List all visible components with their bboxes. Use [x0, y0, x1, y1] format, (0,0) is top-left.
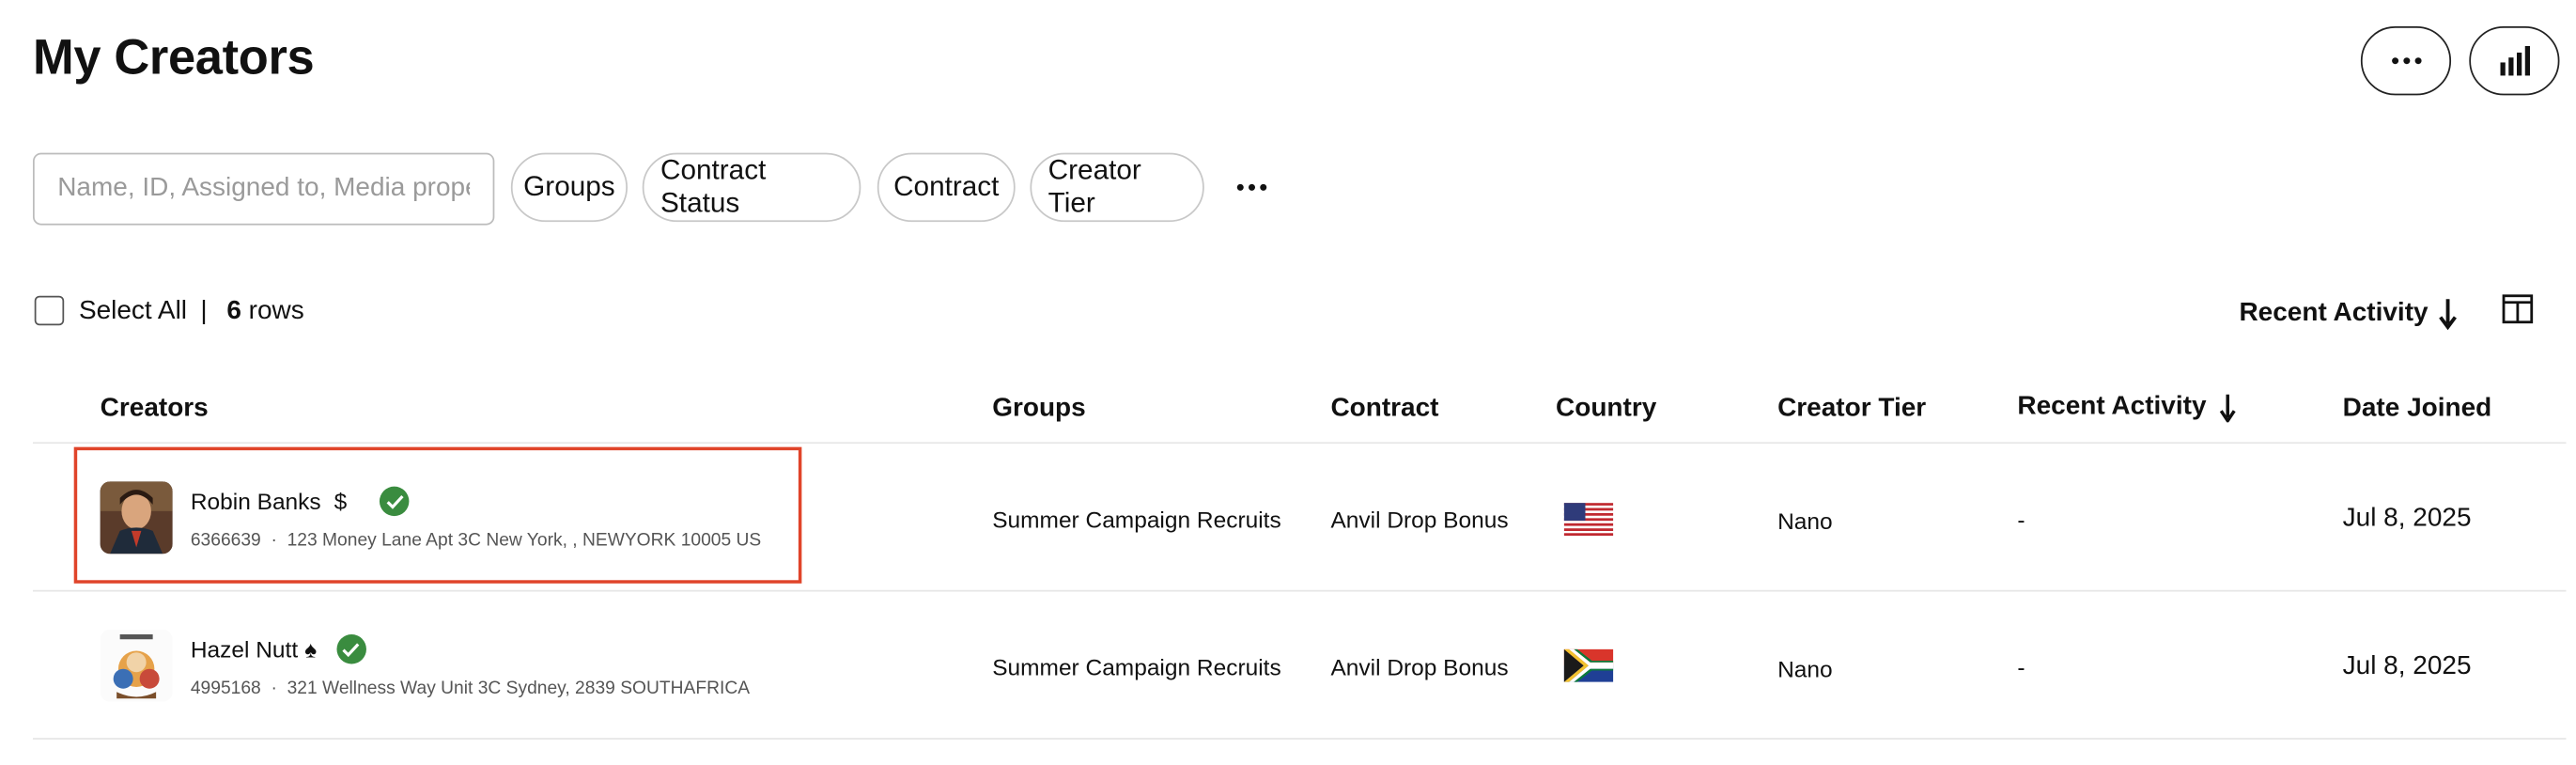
sort-descending-icon[interactable]: [2438, 298, 2458, 331]
select-all-checkbox[interactable]: [34, 295, 65, 326]
col-header-creator-tier[interactable]: Creator Tier: [1777, 395, 1926, 424]
col-header-date-joined[interactable]: Date Joined: [2343, 395, 2492, 424]
date-joined-cell: Jul 8, 2025: [2342, 504, 2472, 533]
creator-meta: 4995168 · 321 Wellness Way Unit 3C Sydne…: [190, 679, 751, 699]
za-flag-icon: [1563, 648, 1614, 682]
analytics-button[interactable]: [2469, 25, 2560, 96]
table-row[interactable]: Hazel Nutt ♠ 4995168 · 321 Wellness Way …: [0, 592, 2576, 740]
contract-cell: Anvil Drop Bonus: [1330, 653, 1509, 680]
date-joined-cell: Jul 8, 2025: [2342, 652, 2472, 680]
page-title: My Creators: [32, 31, 315, 86]
filter-creator-tier[interactable]: Creator Tier: [1030, 152, 1204, 223]
group-cell: Summer Campaign Recruits: [992, 506, 1281, 533]
select-all-label[interactable]: Select All: [79, 298, 187, 327]
tier-cell: Nano: [1777, 507, 1833, 535]
rows-count: 6 rows: [226, 297, 304, 326]
selection-highlight: [73, 446, 802, 584]
col-header-groups[interactable]: Groups: [992, 395, 1085, 424]
filter-contract-status[interactable]: Contract Status: [642, 152, 861, 223]
divider: [32, 738, 2567, 740]
group-cell: Summer Campaign Recruits: [992, 653, 1281, 680]
contract-cell: Anvil Drop Bonus: [1330, 506, 1509, 533]
bar-chart-icon: [2499, 45, 2530, 76]
tier-cell: Nano: [1777, 655, 1833, 682]
col-header-recent-activity[interactable]: Recent Activity: [2017, 393, 2236, 423]
filter-contract[interactable]: Contract: [877, 152, 1016, 223]
creator-name[interactable]: Hazel Nutt ♠: [191, 633, 366, 664]
filter-groups[interactable]: Groups: [510, 152, 628, 223]
more-icon: [2391, 57, 2421, 65]
sort-label[interactable]: Recent Activity: [2239, 299, 2428, 328]
columns-icon[interactable]: [2502, 294, 2534, 324]
us-flag-icon: [1563, 503, 1614, 537]
more-options-button[interactable]: [2360, 25, 2452, 96]
col-header-country[interactable]: Country: [1556, 395, 1656, 424]
avatar: [100, 629, 173, 702]
recent-activity-cell: -: [2017, 506, 2025, 533]
verified-icon: [336, 633, 366, 664]
sort-descending-icon: [2219, 394, 2236, 423]
col-header-creators[interactable]: Creators: [101, 395, 209, 424]
search-input[interactable]: [32, 152, 495, 226]
col-header-contract[interactable]: Contract: [1330, 395, 1438, 424]
more-filters-icon[interactable]: [1236, 183, 1267, 191]
recent-activity-cell: -: [2017, 653, 2025, 680]
separator: |: [200, 297, 208, 326]
